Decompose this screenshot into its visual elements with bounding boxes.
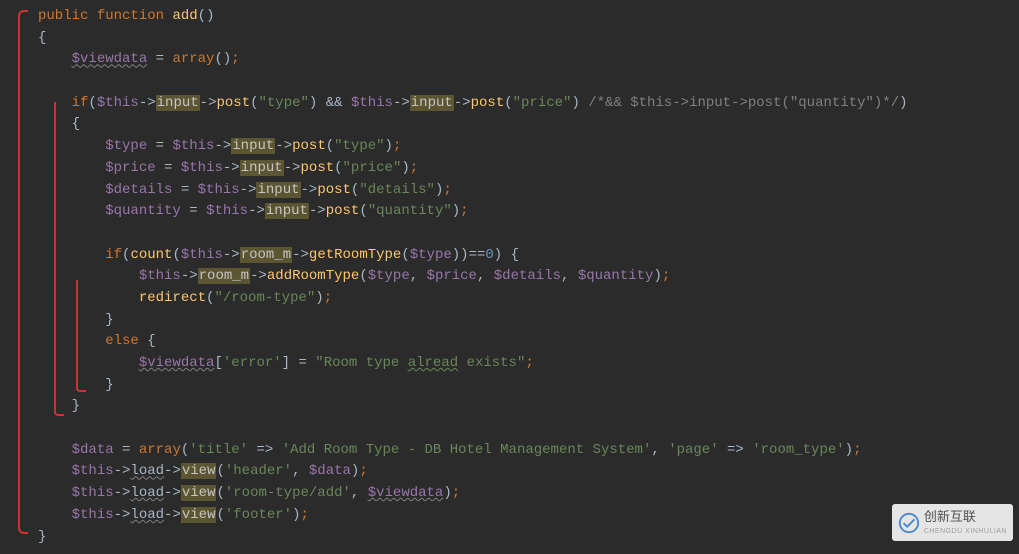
- line-brace: }: [38, 396, 1019, 418]
- line-addroomtype: $this->room_m->addRoomType($type, $price…: [38, 266, 1019, 288]
- var-details: $details: [105, 182, 172, 198]
- line-assign-type: $type = $this->input->post("type");: [38, 136, 1019, 158]
- line-data-array: $data = array('title' => 'Add Room Type …: [38, 440, 1019, 462]
- line-blank: [38, 418, 1019, 440]
- typo-alread: alread: [408, 355, 458, 371]
- line-brace: {: [38, 114, 1019, 136]
- keyword-function: function: [97, 8, 164, 24]
- var-type: $type: [105, 138, 147, 154]
- line-assign-quantity: $quantity = $this->input->post("quantity…: [38, 201, 1019, 223]
- line-load-footer: $this->load->view('footer');: [38, 505, 1019, 527]
- watermark: 创新互联 CHENGDU XINHULIAN: [892, 504, 1013, 541]
- line-else: else {: [38, 331, 1019, 353]
- line-brace: }: [38, 375, 1019, 397]
- var-price: $price: [105, 160, 155, 176]
- var-quantity: $quantity: [105, 203, 181, 219]
- line-if-cond: if($this->input->post("type") && $this->…: [38, 93, 1019, 115]
- comment: /*&& $this->input->post("quantity")*/: [588, 95, 899, 111]
- line-brace-open: {: [38, 28, 1019, 50]
- keyword-if: if: [72, 95, 89, 111]
- watermark-sub: CHENGDU XINHULIAN: [924, 527, 1007, 538]
- prop-input: input: [410, 95, 454, 111]
- line-load-add: $this->load->view('room-type/add', $view…: [38, 483, 1019, 505]
- line-blank: [38, 71, 1019, 93]
- var-viewdata: $viewdata: [72, 51, 148, 67]
- line-redirect: redirect("/room-type");: [38, 288, 1019, 310]
- prop-room-m: room_m: [240, 247, 292, 263]
- keyword-array: array: [172, 51, 214, 67]
- line-brace-close: }: [38, 527, 1019, 549]
- prop-input: input: [156, 95, 200, 111]
- line-viewdata-init: $viewdata = array();: [38, 49, 1019, 71]
- logo-icon: [898, 512, 920, 534]
- method-getroomtype: getRoomType: [309, 247, 401, 263]
- prop-load: load: [130, 463, 164, 479]
- fn-count: count: [130, 247, 172, 263]
- watermark-text: 创新互联: [924, 507, 1007, 527]
- method-view: view: [181, 463, 217, 479]
- code-editor: public function add() { $viewdata = arra…: [0, 0, 1019, 554]
- line-if-count: if(count($this->room_m->getRoomType($typ…: [38, 245, 1019, 267]
- fn-redirect: redirect: [139, 290, 206, 306]
- line-assign-details: $details = $this->input->post("details")…: [38, 180, 1019, 202]
- line-fn-decl: public function add(): [38, 6, 1019, 28]
- line-load-header: $this->load->view('header', $data);: [38, 461, 1019, 483]
- function-name: add: [172, 8, 197, 24]
- keyword-else: else: [105, 333, 139, 349]
- line-blank: [38, 223, 1019, 245]
- num-zero: 0: [485, 247, 493, 263]
- keyword-public: public: [38, 8, 88, 24]
- line-assign-price: $price = $this->input->post("price");: [38, 158, 1019, 180]
- line-error-assign: $viewdata['error'] = "Room type alread e…: [38, 353, 1019, 375]
- line-brace: }: [38, 310, 1019, 332]
- var-data: $data: [72, 442, 114, 458]
- method-addroomtype: addRoomType: [267, 268, 359, 284]
- parens: (): [198, 8, 215, 24]
